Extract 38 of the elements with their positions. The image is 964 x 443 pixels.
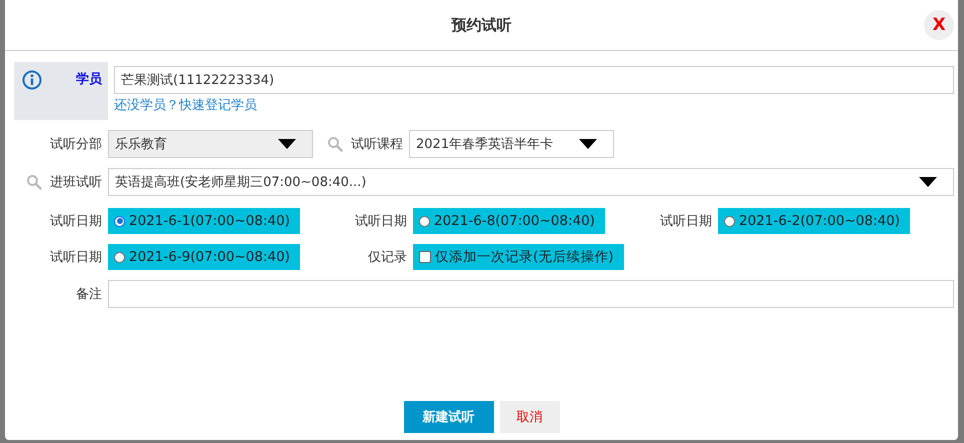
field-label: 试听分部 (50, 136, 102, 153)
option-text: 2021-6-9(07:00~08:40) (129, 249, 290, 265)
radio-button[interactable] (419, 216, 430, 226)
field-label: 备注 (76, 286, 102, 303)
student-field[interactable]: 芒果测试(11122223334) (114, 66, 954, 94)
field-label: 试听日期 (50, 249, 102, 266)
field-label: 进班试听 (50, 174, 102, 191)
note-field[interactable] (108, 280, 954, 308)
record-option[interactable]: 仅添加一次记录(无后续操作) (413, 244, 624, 270)
date-option[interactable]: 2021-6-1(07:00~08:40) (108, 208, 300, 234)
cancel-button[interactable]: 取消 (500, 401, 560, 433)
field-label: 试听日期 (50, 213, 102, 230)
date-option[interactable]: 2021-6-9(07:00~08:40) (108, 244, 300, 270)
caret-icon (278, 139, 296, 149)
branch-dropdown[interactable]: 乐乐教育 (108, 130, 313, 158)
option-text: 2021-6-1(07:00~08:40) (129, 213, 290, 229)
close-button[interactable]: X (924, 10, 954, 40)
radio-button[interactable] (724, 216, 735, 226)
date-option[interactable]: 2021-6-2(07:00~08:40) (718, 208, 910, 234)
checkbox[interactable] (419, 251, 431, 263)
field-label: 试听日期 (355, 213, 407, 230)
option-text: 2021-6-2(07:00~08:40) (739, 213, 900, 229)
student-label: 学员 (76, 71, 102, 89)
date-option[interactable]: 2021-6-8(07:00~08:40) (413, 208, 605, 234)
field-label: 仅记录 (368, 249, 407, 266)
caret-icon (579, 139, 597, 149)
course-dropdown[interactable]: 2021年春季英语半年卡 (409, 130, 614, 158)
field-label: 试听日期 (660, 213, 712, 230)
field-label: 试听课程 (351, 136, 403, 153)
option-text: 仅添加一次记录(无后续操作) (435, 248, 614, 266)
dialog-title: 预约试听 (452, 16, 512, 34)
info-icon (22, 70, 42, 90)
register-student-link[interactable]: 还没学员？快速登记学员 (114, 96, 257, 114)
class-dropdown[interactable]: 英语提高班(安老师星期三07:00~08:40...) (108, 168, 954, 196)
radio-button[interactable] (114, 216, 125, 226)
radio-button[interactable] (114, 252, 125, 262)
caret-icon (919, 177, 937, 187)
option-text: 2021-6-8(07:00~08:40) (434, 213, 595, 229)
